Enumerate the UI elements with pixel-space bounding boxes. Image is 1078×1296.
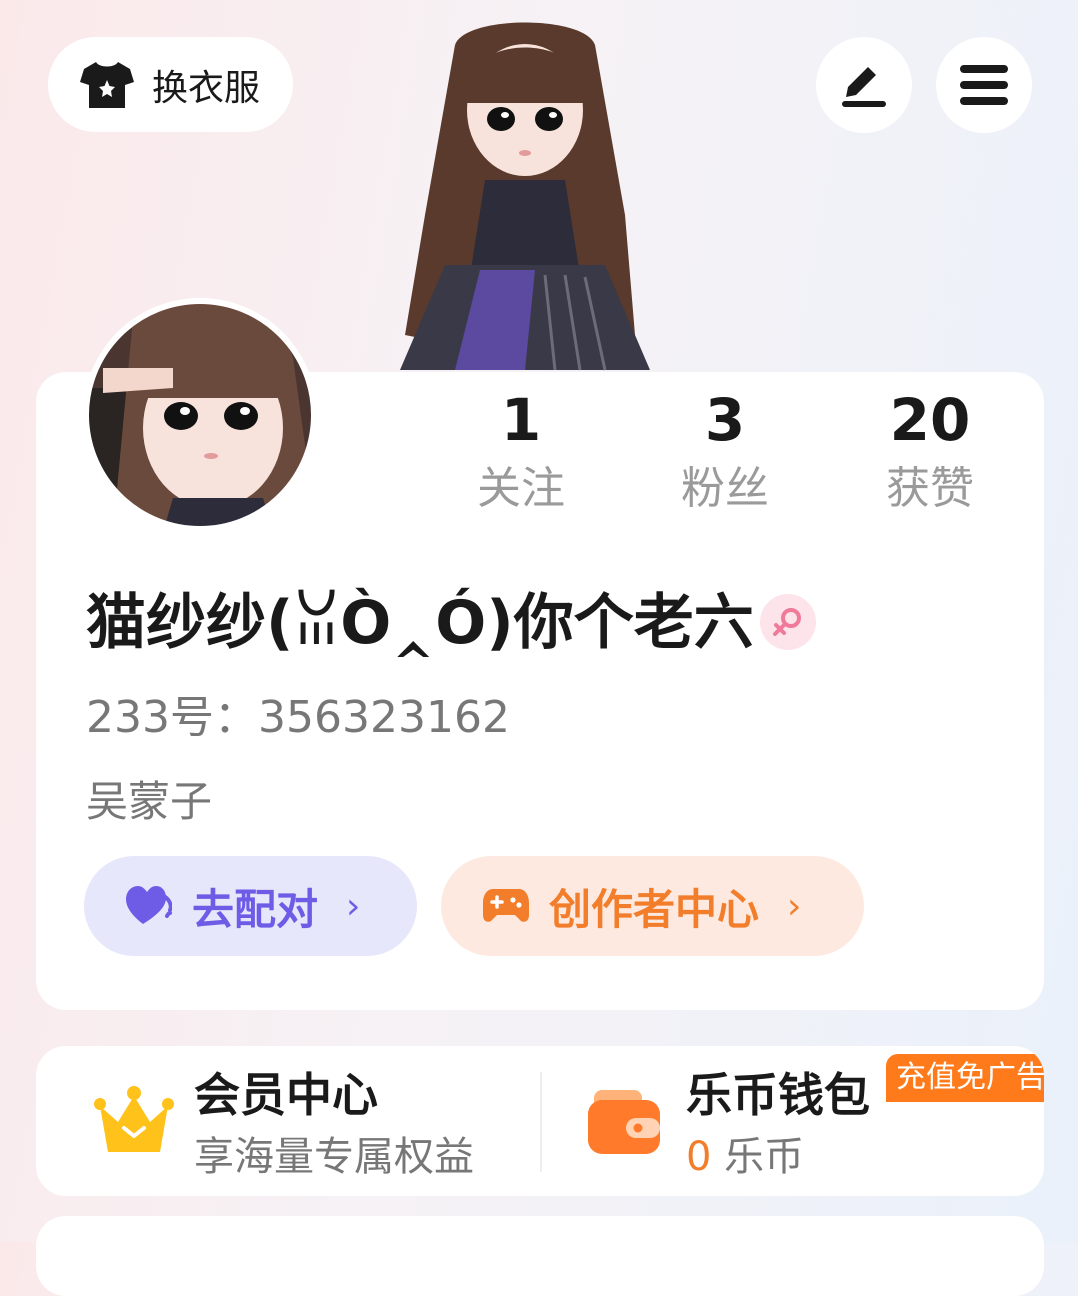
wallet-balance-amount: 0: [686, 1134, 712, 1180]
female-icon: [760, 594, 816, 650]
nickname: 猫纱纱(ꈍÒ‸Ó)你个老六: [86, 588, 754, 658]
stat-following-value: 1: [500, 386, 542, 454]
next-section-card: [36, 1216, 1044, 1296]
stat-likes-label: 获赞: [886, 463, 974, 514]
stat-likes-value: 20: [889, 386, 971, 454]
crown-icon: [94, 1086, 174, 1152]
chevron-right-icon: ›: [346, 885, 361, 927]
stat-followers[interactable]: 3 粉丝: [645, 385, 805, 517]
wallet-balance-unit: 乐币: [711, 1134, 805, 1180]
pen-icon: [842, 67, 886, 107]
creator-center-button[interactable]: 创作者中心 ›: [441, 856, 864, 956]
user-id: 233号：356323162: [86, 690, 510, 746]
menu-icon: [960, 65, 1008, 105]
stat-followers-label: 粉丝: [681, 463, 769, 514]
tshirt-icon: [80, 61, 134, 108]
change-outfit-label: 换衣服: [152, 67, 261, 109]
match-button-label: 去配对: [192, 884, 319, 934]
gamepad-icon: [483, 889, 529, 922]
heart-icon: [126, 886, 172, 924]
wallet-title[interactable]: 乐币钱包: [686, 1066, 870, 1124]
signature: 吴蒙子: [86, 777, 213, 826]
vip-center-title[interactable]: 会员中心: [194, 1066, 378, 1124]
services-card: 会员中心 享海量专属权益 乐币钱包 0 乐币 充值免广告: [36, 1046, 1044, 1196]
user-id-label: 233号：: [86, 692, 258, 743]
avatar[interactable]: [83, 298, 317, 532]
stat-following-label: 关注: [477, 463, 565, 514]
vip-center-subtitle: 享海量专属权益: [194, 1134, 474, 1180]
chevron-right-icon: ›: [787, 885, 802, 927]
divider: [540, 1072, 542, 1172]
match-button[interactable]: 去配对 ›: [84, 856, 417, 956]
change-outfit-button[interactable]: 换衣服: [48, 37, 293, 132]
wallet-icon: [588, 1090, 660, 1154]
edit-profile-button[interactable]: [816, 37, 912, 133]
menu-button[interactable]: [936, 37, 1032, 133]
recharge-promo-badge[interactable]: 充值免广告: [886, 1054, 1044, 1102]
stat-likes[interactable]: 20 获赞: [850, 385, 1010, 517]
creator-center-label: 创作者中心: [549, 884, 760, 934]
stat-following[interactable]: 1 关注: [441, 385, 601, 517]
stat-followers-value: 3: [704, 386, 746, 454]
character-figure[interactable]: [385, 15, 665, 375]
user-id-value: 356323162: [257, 692, 510, 743]
wallet-balance: 0 乐币: [686, 1132, 804, 1182]
